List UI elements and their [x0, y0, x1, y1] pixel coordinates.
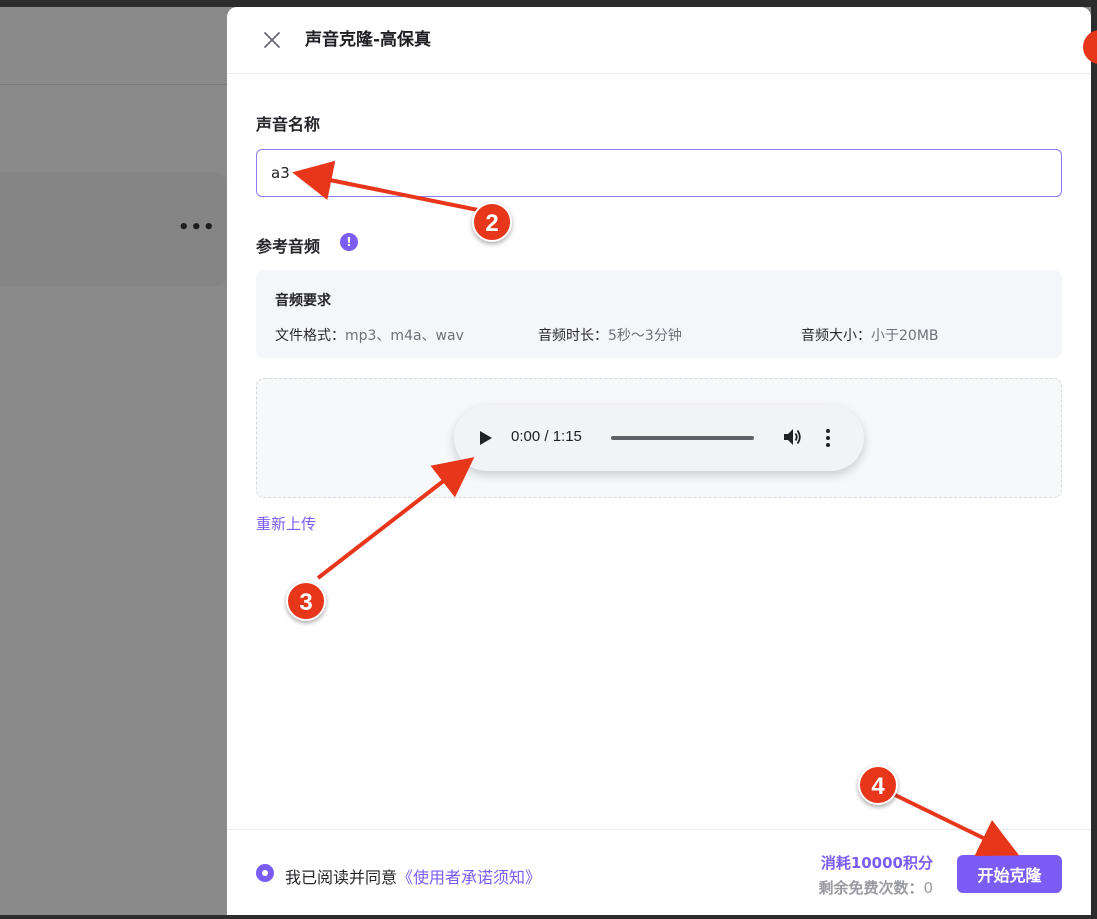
step-3-badge: 3 [286, 581, 326, 621]
audio-player: 0:00 / 1:15 [454, 405, 864, 471]
play-icon[interactable] [478, 429, 494, 447]
reupload-link[interactable]: 重新上传 [256, 513, 316, 534]
audio-progress-slider[interactable] [611, 436, 754, 440]
audio-requirements: 音频要求 文件格式：mp3、m4a、wav 音频时长：5秒～3分钟 音频大小：小… [256, 270, 1062, 358]
requirement-duration-value: 5秒～3分钟 [608, 328, 682, 344]
user-agreement-link[interactable]: 《使用者承诺须知》 [397, 868, 541, 887]
step-4-badge: 4 [858, 765, 898, 805]
drawer-title: 声音克隆-高保真 [305, 30, 432, 50]
background-divider [0, 84, 227, 85]
start-clone-button[interactable]: 开始克隆 [957, 855, 1062, 893]
reference-audio-label: 参考音频 [256, 237, 321, 256]
voice-clone-drawer: 声音克隆-高保真 声音名称 参考音频 ! 音频要求 文件格式：mp3、m4a、w… [227, 7, 1091, 915]
window-top-edge [0, 0, 1097, 7]
step-2-badge: 2 [472, 202, 512, 242]
audio-time: 0:00 / 1:15 [511, 428, 582, 445]
info-icon[interactable]: ! [340, 233, 358, 251]
volume-icon[interactable] [781, 426, 803, 448]
requirements-title: 音频要求 [275, 293, 331, 309]
drawer-header: 声音克隆-高保真 [227, 7, 1091, 74]
agree-text: 我已阅读并同意《使用者承诺须知》 [285, 864, 541, 888]
window-bottom-edge [0, 915, 1097, 919]
voice-name-input[interactable] [256, 149, 1062, 197]
requirement-duration-key: 音频时长： [538, 328, 608, 344]
drawer-footer: 我已阅读并同意《使用者承诺须知》 消耗10000积分 剩余免费次数：0 开始克隆 [227, 829, 1091, 915]
requirement-duration: 音频时长：5秒～3分钟 [538, 325, 682, 345]
free-count-label: 剩余免费次数： [818, 879, 924, 897]
screen: ••• 声音克隆-高保真 声音名称 参考音频 ! 音频要求 文件格式：mp3、m… [0, 0, 1097, 919]
more-vertical-icon[interactable] [824, 427, 832, 449]
cost-text: 消耗10000积分 [820, 854, 933, 872]
requirement-format-value: mp3、m4a、wav [345, 328, 464, 344]
requirement-size-value: 小于20MB [871, 328, 939, 344]
audio-upload-area: 0:00 / 1:15 [256, 378, 1062, 498]
free-count-text: 剩余免费次数：0 [818, 877, 933, 898]
close-icon[interactable] [261, 29, 283, 51]
requirement-size: 音频大小：小于20MB [801, 325, 939, 345]
requirement-format-key: 文件格式： [275, 328, 345, 344]
voice-name-label: 声音名称 [256, 115, 321, 134]
requirement-format: 文件格式：mp3、m4a、wav [275, 325, 464, 345]
more-horizontal-icon: ••• [178, 217, 216, 238]
requirement-size-key: 音频大小： [801, 328, 871, 344]
agree-prefix: 我已阅读并同意 [285, 868, 398, 887]
agree-radio[interactable] [256, 864, 274, 882]
free-count-value: 0 [923, 879, 933, 897]
window-right-edge [1091, 0, 1097, 919]
